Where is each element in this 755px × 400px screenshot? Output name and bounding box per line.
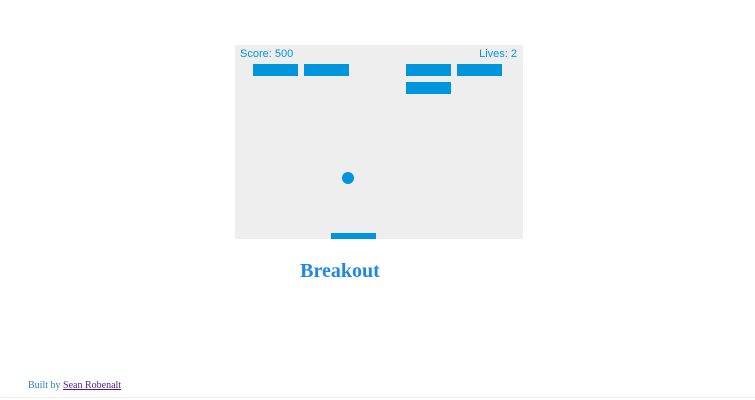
- game-canvas[interactable]: Score: 500 Lives: 2: [235, 45, 523, 239]
- brick: [457, 64, 502, 76]
- page-title: Breakout: [300, 260, 380, 282]
- page-divider: [0, 397, 755, 398]
- author-link[interactable]: Sean Robenalt: [63, 380, 121, 391]
- ball: [342, 172, 354, 184]
- brick: [304, 64, 349, 76]
- paddle[interactable]: [331, 233, 376, 239]
- brick: [253, 64, 298, 76]
- brick: [406, 82, 451, 94]
- footer-prefix: Built by: [28, 380, 61, 391]
- score-display: Score: 500: [240, 48, 294, 60]
- lives-display: Lives: 2: [479, 48, 517, 60]
- brick: [406, 64, 451, 76]
- footer-credit: Built by Sean Robenalt: [28, 380, 121, 391]
